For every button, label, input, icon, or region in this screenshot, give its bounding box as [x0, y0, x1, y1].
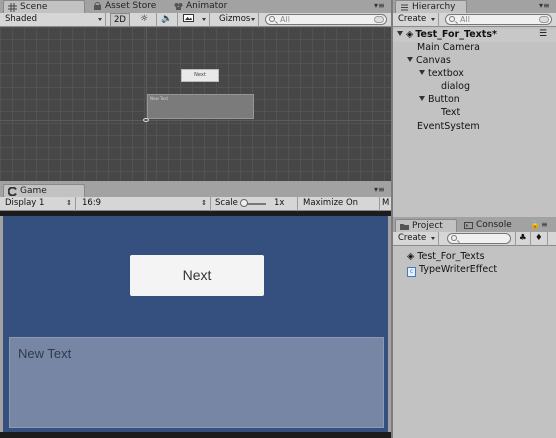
- toggle-2d-button[interactable]: 2D: [110, 13, 130, 27]
- panel-menu-icon[interactable]: ▾≡: [374, 1, 385, 10]
- scene-effects-dropdown[interactable]: [180, 13, 210, 27]
- clear-search-icon[interactable]: [374, 16, 384, 23]
- clear-search-icon[interactable]: [539, 16, 549, 23]
- scale-slider-thumb[interactable]: [240, 199, 248, 207]
- grid-icon: [8, 3, 17, 12]
- gizmos-dropdown[interactable]: Gizmos: [216, 13, 259, 27]
- project-tabstrip: Project Console 🔒 ≡: [393, 219, 556, 232]
- hierarchy-item[interactable]: Button: [419, 94, 460, 105]
- tab-animator[interactable]: Animator: [170, 0, 240, 13]
- updown-icon: ⇕: [66, 199, 72, 207]
- scene-audio-button[interactable]: 🔈: [158, 13, 178, 27]
- tag-icon: ♦: [535, 233, 543, 243]
- scene-tabstrip: Scene Asset Store Animator ▾≡: [0, 0, 391, 13]
- shading-mode-dropdown[interactable]: Shaded: [2, 13, 106, 27]
- expand-arrow-icon[interactable]: [419, 96, 425, 101]
- panel-menu-icon[interactable]: ≡: [541, 220, 548, 229]
- expand-arrow-icon[interactable]: [397, 31, 403, 36]
- lock-icon[interactable]: 🔒: [530, 220, 540, 229]
- search-icon: [269, 16, 275, 22]
- hierarchy-search-input[interactable]: All: [445, 14, 552, 25]
- hierarchy-tree: ◈ Test_For_Texts* ☰ Main Camera Canvas te…: [393, 27, 556, 217]
- hierarchy-item[interactable]: textbox: [419, 68, 464, 79]
- expand-arrow-icon[interactable]: [419, 70, 425, 75]
- tab-label: Animator: [186, 1, 228, 11]
- scene-root-row[interactable]: ◈ Test_For_Texts* ☰: [393, 29, 556, 42]
- unity-scene-icon: ◈: [407, 251, 415, 262]
- scene-lighting-button[interactable]: ☼: [137, 13, 157, 27]
- tab-label: Scene: [20, 2, 48, 12]
- scene-options-icon[interactable]: ☰: [539, 29, 547, 39]
- console-icon: [464, 221, 473, 230]
- panel-menu-icon[interactable]: ▾≡: [374, 185, 385, 194]
- scene-axis-horizontal: [0, 120, 391, 121]
- search-icon: [449, 16, 455, 22]
- expand-arrow-icon[interactable]: [407, 57, 413, 62]
- tab-console[interactable]: Console: [460, 219, 522, 232]
- game-icon: [7, 186, 17, 197]
- tab-label: Console: [476, 220, 512, 230]
- dialog-textbox: New Text: [9, 337, 384, 428]
- hierarchy-toolbar: Create All: [393, 13, 556, 27]
- filter-type-icon: ♣: [519, 233, 527, 243]
- updown-icon: ⇕: [201, 199, 207, 207]
- display-dropdown[interactable]: Display 1 ⇕: [2, 197, 76, 211]
- project-toolbar: Create ♣ ♦: [393, 232, 556, 246]
- tab-asset-store[interactable]: Asset Store: [89, 0, 169, 13]
- hierarchy-item[interactable]: Main Camera: [417, 42, 480, 53]
- hierarchy-item[interactable]: Canvas: [407, 55, 451, 66]
- pivot-handle-icon[interactable]: [143, 118, 149, 122]
- game-toolbar: Display 1 ⇕ 16:9 ⇕ Scale 1x Maximize On …: [0, 197, 391, 221]
- hierarchy-item[interactable]: Text: [441, 107, 460, 118]
- mute-audio-toggle[interactable]: M: [381, 197, 391, 211]
- maximize-on-play-toggle[interactable]: Maximize On Play: [300, 197, 380, 221]
- tab-game[interactable]: Game: [3, 184, 85, 197]
- scene-textbox-preview[interactable]: New Text: [147, 94, 254, 119]
- hierarchy-create-dropdown[interactable]: Create: [395, 13, 439, 27]
- hierarchy-item[interactable]: EventSystem: [417, 121, 480, 132]
- project-list: ◈ Test_For_Texts c TypeWriterEffect: [393, 246, 556, 438]
- game-letterbox-bottom: [0, 432, 391, 438]
- scene-viewport[interactable]: Next New Text: [0, 27, 391, 181]
- csharp-script-icon: c: [407, 267, 416, 277]
- unity-scene-icon: ◈: [406, 29, 414, 40]
- dialog-text: New Text: [18, 346, 72, 361]
- scene-button-preview[interactable]: Next: [181, 69, 219, 82]
- tab-label: Game: [20, 186, 47, 196]
- project-create-dropdown[interactable]: Create: [395, 232, 439, 246]
- tab-scene[interactable]: Scene: [3, 0, 85, 13]
- filter-by-label-button[interactable]: ♦: [532, 232, 548, 246]
- scene-search-input[interactable]: All: [265, 14, 387, 25]
- hierarchy-item[interactable]: dialog: [441, 81, 470, 92]
- aspect-dropdown[interactable]: 16:9 ⇕: [79, 197, 211, 211]
- next-button[interactable]: Next: [130, 255, 264, 296]
- store-icon: [93, 2, 102, 11]
- tab-label: Hierarchy: [412, 2, 456, 12]
- folder-icon: [400, 222, 409, 231]
- list-icon: [400, 3, 409, 12]
- game-viewport: Next New Text: [3, 216, 388, 432]
- animator-icon: [174, 2, 183, 11]
- game-tabstrip: Game ▾≡: [0, 184, 391, 197]
- speaker-icon: 🔈: [161, 14, 173, 24]
- search-icon: [451, 235, 457, 241]
- tab-label: Project: [412, 221, 443, 231]
- image-icon: [183, 14, 194, 24]
- project-item[interactable]: c TypeWriterEffect: [407, 264, 497, 277]
- tab-hierarchy[interactable]: Hierarchy: [395, 0, 467, 13]
- scene-toolbar: Shaded 2D ☼ 🔈 Gizmos All: [0, 13, 391, 27]
- sun-icon: ☼: [140, 14, 149, 24]
- scale-control: Scale 1x: [212, 197, 298, 211]
- project-item[interactable]: ◈ Test_For_Texts: [407, 251, 485, 262]
- hierarchy-tabstrip: Hierarchy ▾≡: [393, 0, 556, 13]
- project-search-input[interactable]: [447, 233, 511, 244]
- tab-label: Asset Store: [105, 1, 157, 11]
- filter-by-type-button[interactable]: ♣: [515, 232, 531, 246]
- panel-menu-icon[interactable]: ▾≡: [539, 1, 550, 10]
- tab-project[interactable]: Project: [395, 219, 457, 232]
